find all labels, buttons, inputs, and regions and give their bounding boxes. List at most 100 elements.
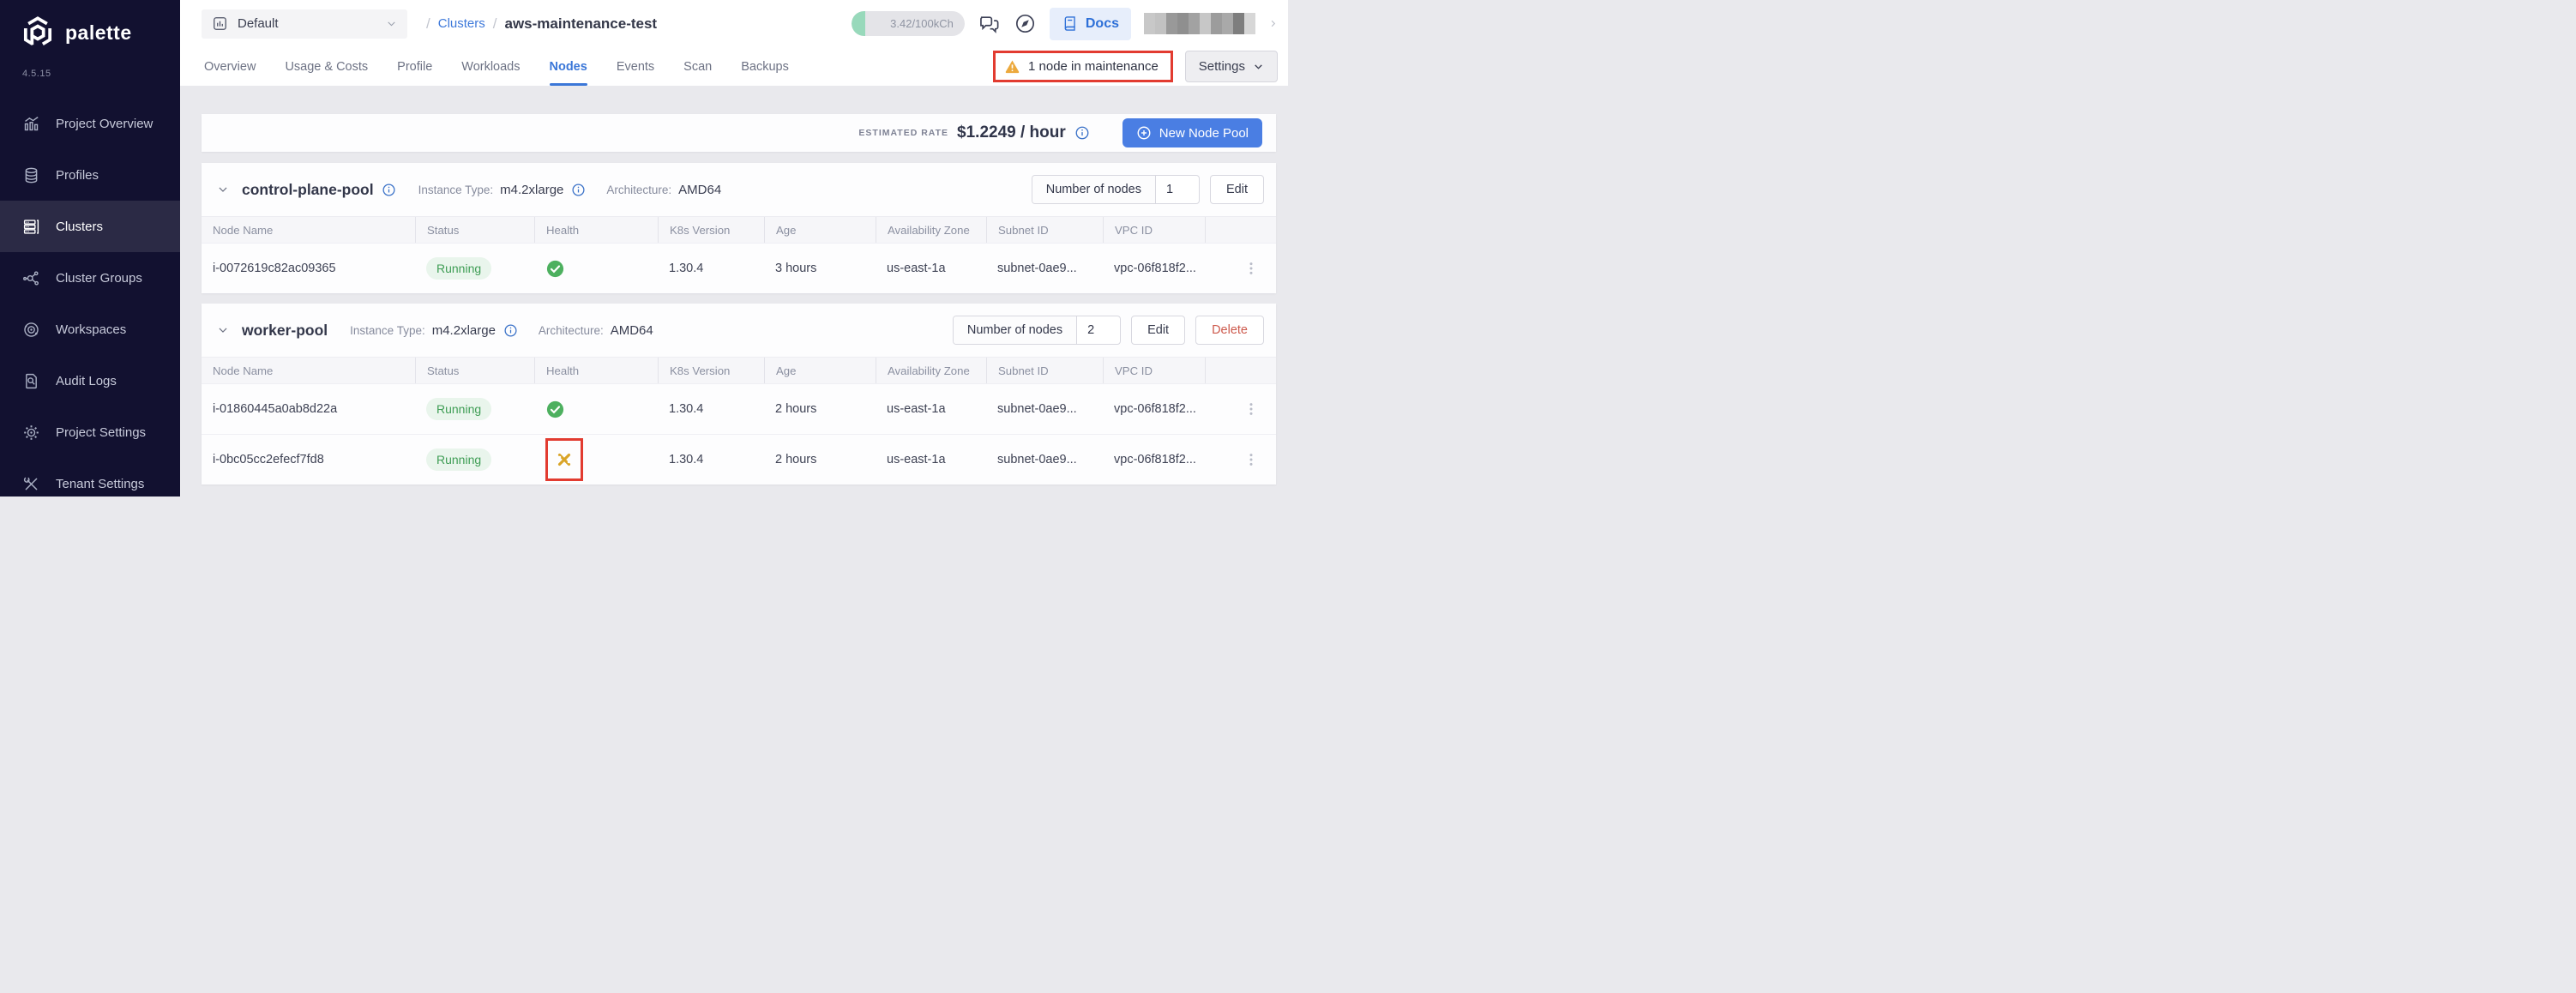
status-badge: Running bbox=[426, 398, 492, 420]
new-node-pool-button[interactable]: New Node Pool bbox=[1122, 118, 1262, 147]
info-icon[interactable] bbox=[382, 183, 396, 197]
col-subnet-id: Subnet ID bbox=[986, 217, 1103, 243]
info-icon[interactable] bbox=[1074, 125, 1090, 141]
book-icon bbox=[1064, 16, 1075, 31]
subnet-id-cell: subnet-0ae9... bbox=[997, 262, 1077, 275]
col-health: Health bbox=[534, 358, 658, 383]
network-icon bbox=[23, 270, 39, 286]
availability-zone-cell: us-east-1a bbox=[887, 453, 946, 466]
sidebar-item-project-overview[interactable]: Project Overview bbox=[0, 98, 180, 149]
delete-pool-button[interactable]: Delete bbox=[1195, 316, 1264, 345]
instance-type-value: m4.2xlarge bbox=[500, 182, 564, 197]
sidebar-item-label: Clusters bbox=[56, 219, 104, 234]
docs-button-label: Docs bbox=[1085, 15, 1119, 31]
architecture-label: Architecture: bbox=[606, 183, 672, 196]
table-header: Node Name Status Health K8s Version Age … bbox=[202, 216, 1276, 243]
number-of-nodes-value[interactable]: 1 bbox=[1156, 176, 1199, 203]
subnet-id-cell: subnet-0ae9... bbox=[997, 402, 1077, 416]
vpc-id-cell: vpc-06f818f2... bbox=[1114, 402, 1196, 416]
tab-workloads[interactable]: Workloads bbox=[461, 47, 520, 86]
edit-pool-button[interactable]: Edit bbox=[1210, 175, 1264, 204]
age-cell: 2 hours bbox=[775, 453, 817, 466]
sidebar-item-workspaces[interactable]: Workspaces bbox=[0, 304, 180, 355]
col-status: Status bbox=[415, 358, 534, 383]
tab-scan[interactable]: Scan bbox=[683, 47, 712, 86]
usage-quota-text: 3.42/100kCh bbox=[890, 17, 954, 30]
sidebar-item-label: Tenant Settings bbox=[56, 476, 145, 491]
availability-zone-cell: us-east-1a bbox=[887, 402, 946, 416]
tab-nodes[interactable]: Nodes bbox=[549, 47, 588, 86]
breadcrumb-clusters-link[interactable]: Clusters bbox=[438, 16, 485, 31]
sidebar-item-project-settings[interactable]: Project Settings bbox=[0, 406, 180, 458]
pool-name: control-plane-pool bbox=[242, 180, 374, 198]
vpc-id-cell: vpc-06f818f2... bbox=[1114, 262, 1196, 275]
project-scope-icon bbox=[214, 17, 226, 30]
row-menu-button[interactable] bbox=[1205, 453, 1276, 466]
tab-events[interactable]: Events bbox=[617, 47, 654, 86]
sidebar-item-clusters[interactable]: Clusters bbox=[0, 201, 180, 252]
edit-pool-button[interactable]: Edit bbox=[1131, 316, 1186, 345]
version-label: 4.5.15 bbox=[22, 69, 51, 79]
usage-progress-fill bbox=[851, 11, 865, 36]
settings-button[interactable]: Settings bbox=[1184, 51, 1278, 82]
healthy-icon bbox=[546, 400, 564, 418]
age-cell: 2 hours bbox=[775, 402, 817, 416]
k8s-version-cell: 1.30.4 bbox=[669, 262, 704, 275]
chevron-right-icon[interactable] bbox=[1268, 19, 1278, 28]
table-header: Node Name Status Health K8s Version Age … bbox=[202, 357, 1276, 383]
sidebar-item-label: Cluster Groups bbox=[56, 270, 142, 286]
info-icon[interactable] bbox=[503, 323, 518, 338]
app-window: palette 4.5.15 Project Overview Profiles bbox=[0, 0, 1288, 496]
table-row: i-01860445a0ab8d22a Running 1.30.4 2 hou… bbox=[202, 383, 1276, 434]
docs-button[interactable]: Docs bbox=[1049, 7, 1131, 40]
availability-zone-cell: us-east-1a bbox=[887, 262, 946, 275]
header-right-group: 3.42/100kCh Docs bbox=[851, 7, 1278, 40]
subnet-id-cell: subnet-0ae9... bbox=[997, 453, 1077, 466]
gear-icon bbox=[24, 424, 39, 440]
table-row: i-0bc05cc2efecf7fd8 Running 1.30.4 2 hou… bbox=[202, 434, 1276, 484]
k8s-version-cell: 1.30.4 bbox=[669, 402, 704, 416]
tab-backups[interactable]: Backups bbox=[741, 47, 789, 86]
pool-header: worker-pool Instance Type: m4.2xlarge Ar… bbox=[202, 304, 1276, 357]
header-top-row: Default / Clusters / aws-maintenance-tes… bbox=[180, 0, 1288, 47]
col-node-name: Node Name bbox=[213, 364, 274, 377]
row-menu-button[interactable] bbox=[1205, 402, 1276, 416]
feedback-chat-button[interactable] bbox=[978, 12, 1001, 35]
collapse-chevron-icon[interactable] bbox=[217, 184, 229, 196]
row-menu-button[interactable] bbox=[1205, 262, 1276, 275]
col-health: Health bbox=[534, 217, 658, 243]
architecture-label: Architecture: bbox=[538, 323, 604, 337]
number-of-nodes-control: Number of nodes 1 bbox=[1031, 175, 1200, 204]
info-icon[interactable] bbox=[571, 183, 586, 197]
estimated-rate-label: ESTIMATED RATE bbox=[858, 128, 949, 138]
sidebar-item-tenant-settings[interactable]: Tenant Settings bbox=[0, 458, 180, 509]
sidebar-item-cluster-groups[interactable]: Cluster Groups bbox=[0, 252, 180, 304]
tab-overview[interactable]: Overview bbox=[204, 47, 256, 86]
instance-type-label: Instance Type: bbox=[350, 323, 425, 337]
sidebar-item-profiles[interactable]: Profiles bbox=[0, 149, 180, 201]
number-of-nodes-label: Number of nodes bbox=[953, 316, 1078, 344]
header: Default / Clusters / aws-maintenance-tes… bbox=[180, 0, 1288, 86]
new-node-pool-label: New Node Pool bbox=[1159, 125, 1249, 141]
project-selector[interactable]: Default bbox=[202, 9, 407, 39]
kebab-menu-icon bbox=[1249, 403, 1253, 415]
sidebar-item-label: Profiles bbox=[56, 167, 99, 183]
breadcrumb-separator: / bbox=[426, 15, 430, 32]
col-age: Age bbox=[764, 217, 876, 243]
sidebar-nav: Project Overview Profiles Clusters Clust… bbox=[0, 98, 180, 509]
col-availability-zone: Availability Zone bbox=[876, 217, 986, 243]
compass-icon bbox=[1015, 14, 1034, 33]
col-status: Status bbox=[415, 217, 534, 243]
explore-button[interactable] bbox=[1014, 12, 1037, 35]
number-of-nodes-control: Number of nodes 2 bbox=[952, 316, 1122, 345]
collapse-chevron-icon[interactable] bbox=[217, 324, 229, 336]
servers-icon bbox=[23, 219, 39, 234]
pool-actions: Number of nodes 1 Edit bbox=[1031, 175, 1264, 204]
breadcrumb-separator: / bbox=[492, 15, 497, 32]
pool-actions: Number of nodes 2 Edit Delete bbox=[952, 316, 1264, 345]
tab-usage-costs[interactable]: Usage & Costs bbox=[285, 47, 368, 86]
number-of-nodes-value[interactable]: 2 bbox=[1077, 316, 1120, 344]
status-badge: Running bbox=[426, 448, 492, 471]
tab-profile[interactable]: Profile bbox=[397, 47, 432, 86]
sidebar-item-audit-logs[interactable]: Audit Logs bbox=[0, 355, 180, 406]
